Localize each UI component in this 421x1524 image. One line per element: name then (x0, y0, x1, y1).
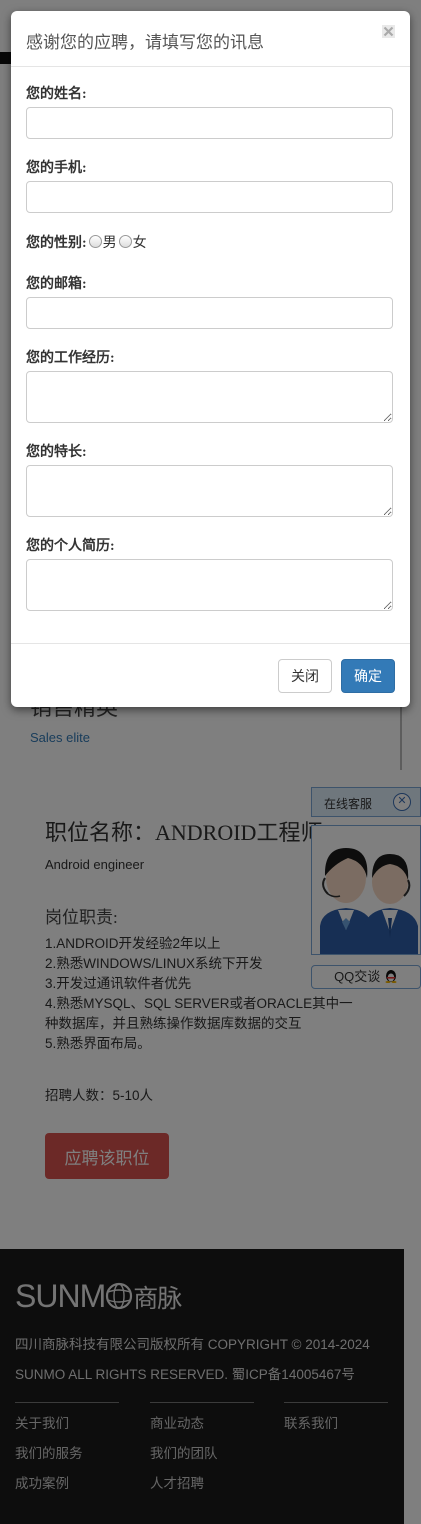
experience-textarea[interactable] (26, 371, 393, 423)
name-input[interactable] (26, 107, 393, 139)
confirm-button[interactable]: 确定 (341, 659, 395, 693)
gender-female-label[interactable]: 女 (133, 236, 147, 251)
modal-footer: 关闭 确定 (11, 643, 410, 708)
close-button[interactable]: 关闭 (278, 659, 332, 693)
modal-header: 感谢您的应聘，请填写您的讯息 (11, 11, 410, 67)
gender-male-radio[interactable] (88, 235, 102, 248)
specialty-label: 您的特长: (26, 445, 87, 460)
application-modal: 感谢您的应聘，请填写您的讯息 您的姓名: 您的手机: 您的性别: 男 女 您的邮箱:… (11, 11, 410, 707)
experience-label: 您的工作经历: (26, 351, 115, 366)
resume-label: 您的个人简历: (26, 539, 115, 554)
gender-male-label[interactable]: 男 (103, 236, 117, 251)
modal-title: 感谢您的应聘，请填写您的讯息 (26, 33, 264, 52)
close-icon[interactable] (382, 25, 395, 38)
gender-label: 您的性别: (26, 236, 87, 251)
name-label: 您的姓名: (26, 87, 87, 102)
email-input[interactable] (26, 297, 393, 329)
resume-textarea[interactable] (26, 559, 393, 611)
phone-input[interactable] (26, 181, 393, 213)
specialty-textarea[interactable] (26, 465, 393, 517)
phone-label: 您的手机: (26, 161, 87, 176)
gender-female-radio[interactable] (118, 235, 132, 248)
gender-row: 您的性别: 男 女 (26, 232, 147, 252)
email-label: 您的邮箱: (26, 277, 87, 292)
